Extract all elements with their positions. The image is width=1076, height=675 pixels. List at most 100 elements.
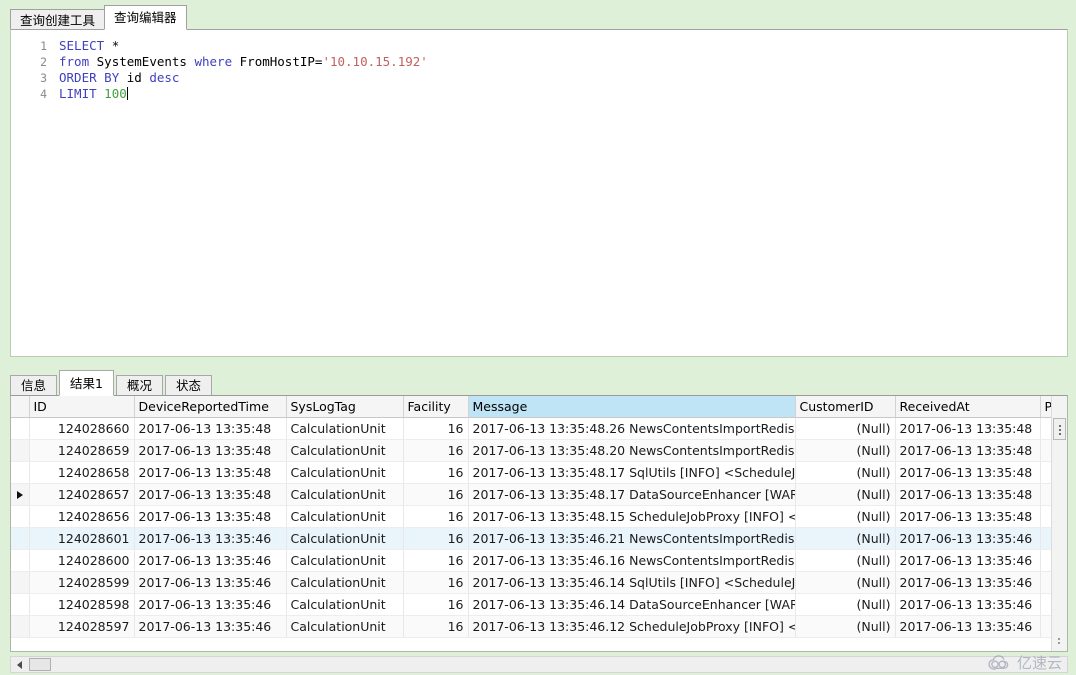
- cell-id[interactable]: 124028659: [29, 439, 135, 462]
- table-row[interactable]: 124028656 2017-06-13 13:35:48 CalculationU…: [11, 505, 1067, 528]
- cell-facility[interactable]: 16: [403, 505, 469, 528]
- cell-customer_id[interactable]: (Null): [795, 505, 896, 528]
- table-row[interactable]: 124028598 2017-06-13 13:35:46 CalculationU…: [11, 593, 1067, 616]
- grid-horizontal-scrollbar[interactable]: [10, 656, 1068, 673]
- cell-id[interactable]: 124028656: [29, 505, 135, 528]
- grid-vertical-scrollbar[interactable]: [1051, 396, 1067, 651]
- cell-device_reported_time[interactable]: 2017-06-13 13:35:46: [134, 593, 287, 616]
- cell-device_reported_time[interactable]: 2017-06-13 13:35:48: [134, 483, 287, 506]
- cell-customer_id[interactable]: (Null): [795, 593, 896, 616]
- cell-syslog_tag[interactable]: CalculationUnit: [286, 527, 404, 550]
- cell-received_at[interactable]: 2017-06-13 13:35:48: [895, 439, 1041, 462]
- scroll-left-arrow-icon[interactable]: [13, 659, 26, 670]
- cell-facility[interactable]: 16: [403, 593, 469, 616]
- cell-syslog_tag[interactable]: CalculationUnit: [286, 461, 404, 484]
- cell-device_reported_time[interactable]: 2017-06-13 13:35:46: [134, 527, 287, 550]
- table-row[interactable]: 124028657 2017-06-13 13:35:48 CalculationU…: [11, 483, 1067, 506]
- cell-message[interactable]: 2017-06-13 13:35:46.12 ScheduleJobProxy …: [468, 615, 796, 638]
- results-tab-2[interactable]: 概况: [115, 375, 163, 396]
- cell-facility[interactable]: 16: [403, 417, 469, 440]
- cell-received_at[interactable]: 2017-06-13 13:35:48: [895, 417, 1041, 440]
- cell-received_at[interactable]: 2017-06-13 13:35:48: [895, 461, 1041, 484]
- cell-id[interactable]: 124028599: [29, 571, 135, 594]
- cell-facility[interactable]: 16: [403, 483, 469, 506]
- cell-received_at[interactable]: 2017-06-13 13:35:46: [895, 593, 1041, 616]
- grid-hscroll-thumb[interactable]: [29, 658, 51, 671]
- cell-message[interactable]: 2017-06-13 13:35:48.17 DataSourceEnhance…: [468, 483, 796, 506]
- table-row[interactable]: 124028599 2017-06-13 13:35:46 CalculationU…: [11, 571, 1067, 594]
- row-marker[interactable]: [11, 439, 30, 462]
- column-header-facility[interactable]: Facility: [403, 396, 469, 418]
- cell-customer_id[interactable]: (Null): [795, 615, 896, 638]
- cell-id[interactable]: 124028597: [29, 615, 135, 638]
- cell-id[interactable]: 124028660: [29, 417, 135, 440]
- cell-facility[interactable]: 16: [403, 615, 469, 638]
- cell-id[interactable]: 124028601: [29, 527, 135, 550]
- table-row[interactable]: 124028658 2017-06-13 13:35:48 CalculationU…: [11, 461, 1067, 484]
- cell-customer_id[interactable]: (Null): [795, 527, 896, 550]
- column-header-customer_id[interactable]: CustomerID: [795, 396, 896, 418]
- cell-customer_id[interactable]: (Null): [795, 549, 896, 572]
- cell-syslog_tag[interactable]: CalculationUnit: [286, 483, 404, 506]
- cell-customer_id[interactable]: (Null): [795, 483, 896, 506]
- cell-received_at[interactable]: 2017-06-13 13:35:48: [895, 505, 1041, 528]
- row-marker[interactable]: [11, 527, 30, 550]
- cell-message[interactable]: 2017-06-13 13:35:46.21 NewsContentsImpor…: [468, 527, 796, 550]
- top-tab-1[interactable]: 查询编辑器: [104, 5, 187, 30]
- cell-syslog_tag[interactable]: CalculationUnit: [286, 439, 404, 462]
- cell-message[interactable]: 2017-06-13 13:35:48.17 SqlUtils [INFO] <…: [468, 461, 796, 484]
- cell-device_reported_time[interactable]: 2017-06-13 13:35:46: [134, 615, 287, 638]
- cell-received_at[interactable]: 2017-06-13 13:35:46: [895, 549, 1041, 572]
- top-tab-0[interactable]: 查询创建工具: [10, 9, 106, 30]
- row-marker[interactable]: [11, 417, 30, 440]
- cell-received_at[interactable]: 2017-06-13 13:35:48: [895, 483, 1041, 506]
- row-marker[interactable]: [11, 593, 30, 616]
- cell-received_at[interactable]: 2017-06-13 13:35:46: [895, 571, 1041, 594]
- cell-syslog_tag[interactable]: CalculationUnit: [286, 615, 404, 638]
- cell-syslog_tag[interactable]: CalculationUnit: [286, 593, 404, 616]
- cell-received_at[interactable]: 2017-06-13 13:35:46: [895, 615, 1041, 638]
- cell-message[interactable]: 2017-06-13 13:35:48.15 ScheduleJobProxy …: [468, 505, 796, 528]
- cell-customer_id[interactable]: (Null): [795, 461, 896, 484]
- row-marker[interactable]: [11, 571, 30, 594]
- results-tab-0[interactable]: 信息: [10, 375, 58, 396]
- cell-device_reported_time[interactable]: 2017-06-13 13:35:46: [134, 549, 287, 572]
- cell-message[interactable]: 2017-06-13 13:35:48.20 NewsContentsImpor…: [468, 439, 796, 462]
- cell-facility[interactable]: 16: [403, 549, 469, 572]
- row-marker[interactable]: [11, 461, 30, 484]
- column-header-message[interactable]: Message: [468, 396, 796, 418]
- cell-syslog_tag[interactable]: CalculationUnit: [286, 571, 404, 594]
- cell-id[interactable]: 124028600: [29, 549, 135, 572]
- cell-facility[interactable]: 16: [403, 527, 469, 550]
- table-row[interactable]: 124028659 2017-06-13 13:35:48 CalculationU…: [11, 439, 1067, 462]
- column-header-received_at[interactable]: ReceivedAt: [895, 396, 1041, 418]
- table-row[interactable]: 124028600 2017-06-13 13:35:46 CalculationU…: [11, 549, 1067, 572]
- cell-facility[interactable]: 16: [403, 571, 469, 594]
- results-tab-3[interactable]: 状态: [164, 375, 212, 396]
- row-marker[interactable]: [11, 549, 30, 572]
- row-marker[interactable]: [11, 483, 30, 506]
- cell-id[interactable]: 124028598: [29, 593, 135, 616]
- cell-device_reported_time[interactable]: 2017-06-13 13:35:48: [134, 505, 287, 528]
- cell-received_at[interactable]: 2017-06-13 13:35:46: [895, 527, 1041, 550]
- cell-customer_id[interactable]: (Null): [795, 439, 896, 462]
- cell-message[interactable]: 2017-06-13 13:35:48.26 NewsContentsImpor…: [468, 417, 796, 440]
- cell-facility[interactable]: 16: [403, 439, 469, 462]
- column-header-id[interactable]: ID: [29, 396, 135, 418]
- cell-device_reported_time[interactable]: 2017-06-13 13:35:46: [134, 571, 287, 594]
- grid-vscroll-end[interactable]: [1053, 635, 1066, 649]
- cell-syslog_tag[interactable]: CalculationUnit: [286, 549, 404, 572]
- cell-device_reported_time[interactable]: 2017-06-13 13:35:48: [134, 417, 287, 440]
- table-row[interactable]: 124028660 2017-06-13 13:35:48 CalculationU…: [11, 417, 1067, 440]
- table-row[interactable]: 124028597 2017-06-13 13:35:46 CalculationU…: [11, 615, 1067, 638]
- cell-message[interactable]: 2017-06-13 13:35:46.14 DataSourceEnhance…: [468, 593, 796, 616]
- row-marker[interactable]: [11, 615, 30, 638]
- cell-id[interactable]: 124028657: [29, 483, 135, 506]
- cell-syslog_tag[interactable]: CalculationUnit: [286, 505, 404, 528]
- sql-editor-pane[interactable]: 1 SELECT * 2 from SystemEvents where FromHo…: [10, 29, 1068, 357]
- cell-message[interactable]: 2017-06-13 13:35:46.14 SqlUtils [INFO] <…: [468, 571, 796, 594]
- sql-editor-surface[interactable]: 1 SELECT * 2 from SystemEvents where FromHo…: [11, 30, 1067, 356]
- cell-syslog_tag[interactable]: CalculationUnit: [286, 417, 404, 440]
- cell-device_reported_time[interactable]: 2017-06-13 13:35:48: [134, 461, 287, 484]
- cell-message[interactable]: 2017-06-13 13:35:46.16 NewsContentsImpor…: [468, 549, 796, 572]
